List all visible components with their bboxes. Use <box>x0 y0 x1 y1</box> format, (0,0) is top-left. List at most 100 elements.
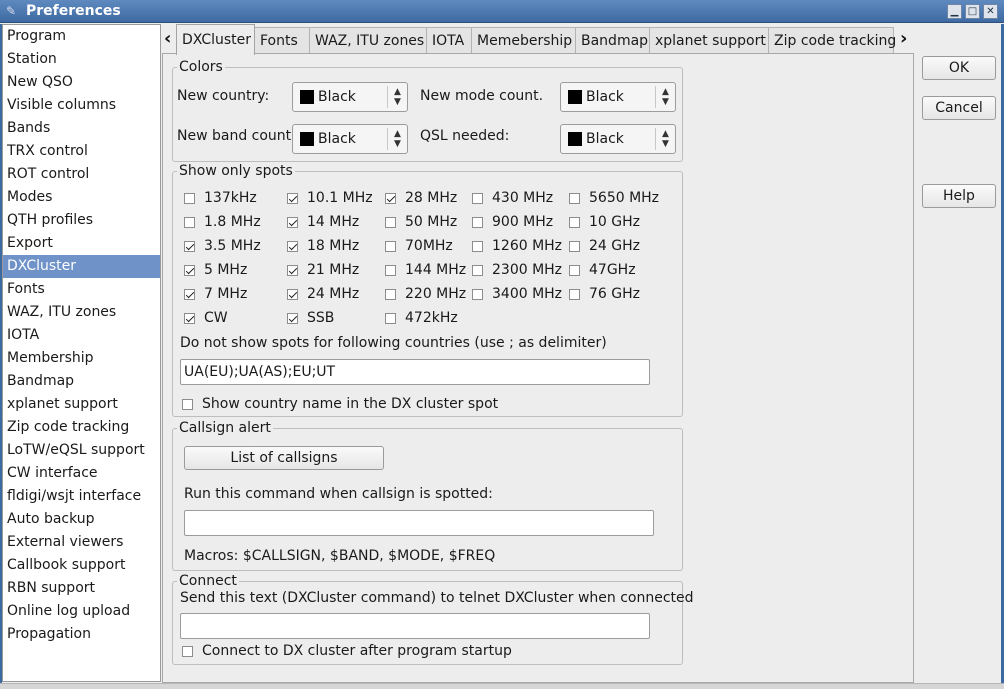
tab-scroll-right-icon[interactable]: › <box>900 28 907 49</box>
band-checkbox[interactable]: 430 MHz <box>472 190 553 206</box>
checkbox-box <box>569 264 580 276</box>
band-checkbox[interactable]: 3400 MHz <box>472 286 562 302</box>
band-checkbox[interactable]: 220 MHz <box>385 286 466 302</box>
sidebar-item[interactable]: WAZ, ITU zones <box>3 301 160 324</box>
tab[interactable]: Bandmap <box>575 27 650 53</box>
new-mode-color-select[interactable]: Black ▲ ▼ <box>560 82 676 112</box>
sidebar-item[interactable]: IOTA <box>3 324 160 347</box>
sidebar-item[interactable]: TRX control <box>3 140 160 163</box>
exclude-countries-input[interactable]: UA(EU);UA(AS);EU;UT <box>180 359 650 385</box>
band-checkbox[interactable]: 137kHz <box>184 190 257 206</box>
checkbox-box <box>569 240 580 252</box>
alert-command-input[interactable] <box>184 510 654 536</box>
sidebar-item[interactable]: External viewers <box>3 531 160 554</box>
sidebar-item[interactable]: Auto backup <box>3 508 160 531</box>
band-checkbox[interactable]: 18 MHz <box>287 238 359 254</box>
band-checkbox-label: SSB <box>307 310 335 326</box>
band-checkbox[interactable]: 76 GHz <box>569 286 640 302</box>
band-checkbox-label: 70MHz <box>405 238 453 254</box>
band-checkbox[interactable]: 5 MHz <box>184 262 247 278</box>
category-list[interactable]: Program Station New QSO Visible columns Band… <box>2 24 161 682</box>
band-checkbox[interactable]: 10.1 MHz <box>287 190 373 206</box>
tab[interactable]: Memebership <box>471 27 576 53</box>
sidebar-item[interactable]: CW interface <box>3 462 160 485</box>
band-checkbox[interactable]: SSB <box>287 310 334 326</box>
band-checkbox-label: 24 MHz <box>307 286 360 302</box>
band-checkbox[interactable]: 24 MHz <box>287 286 359 302</box>
tab[interactable]: Zip code tracking <box>768 27 896 53</box>
band-checkbox[interactable]: 14 MHz <box>287 214 359 230</box>
sidebar-item[interactable]: LoTW/eQSL support <box>3 439 160 462</box>
band-checkbox[interactable]: CW <box>184 310 228 326</box>
sidebar-item[interactable]: Bandmap <box>3 370 160 393</box>
band-checkbox[interactable]: 47GHz <box>569 262 636 278</box>
band-checkbox[interactable]: 900 MHz <box>472 214 553 230</box>
tab[interactable]: WAZ, ITU zones <box>309 27 427 53</box>
sidebar-item[interactable]: Bands <box>3 117 160 140</box>
checkbox-box <box>184 192 195 204</box>
band-checkbox[interactable]: 1260 MHz <box>472 238 562 254</box>
sidebar-item[interactable]: Export <box>3 232 160 255</box>
sidebar-item[interactable]: Membership <box>3 347 160 370</box>
sidebar-item[interactable]: Station <box>3 48 160 71</box>
checkbox-box <box>472 192 483 204</box>
maximize-button[interactable]: □ <box>965 4 980 19</box>
auto-connect-checkbox[interactable]: Connect to DX cluster after program star… <box>182 643 512 659</box>
sidebar-item[interactable]: Zip code tracking <box>3 416 160 439</box>
checkbox-box <box>287 192 298 204</box>
help-button[interactable]: Help <box>922 184 996 208</box>
tab-scroll-left-icon[interactable]: ‹ <box>164 28 171 49</box>
band-checkbox[interactable]: 7 MHz <box>184 286 247 302</box>
band-checkbox[interactable]: 144 MHz <box>385 262 466 278</box>
alert-command-label: Run this command when callsign is spotte… <box>184 486 493 502</box>
sidebar-item[interactable]: Fonts <box>3 278 160 301</box>
band-checkbox[interactable]: 28 MHz <box>385 190 457 206</box>
band-checkbox[interactable]: 10 GHz <box>569 214 640 230</box>
band-checkbox[interactable]: 3.5 MHz <box>184 238 261 254</box>
band-checkbox-label: 10.1 MHz <box>307 190 373 206</box>
band-checkbox-label: 24 GHz <box>589 238 640 254</box>
sidebar-item[interactable]: Program <box>3 25 160 48</box>
tab-bar: ‹ › DXCluster Fonts WAZ, ITU zones IOTA Meme… <box>162 24 914 55</box>
checkbox-box <box>182 645 193 657</box>
band-checkbox[interactable]: 472kHz <box>385 310 458 326</box>
tab[interactable]: xplanet support <box>649 27 769 53</box>
list-of-callsigns-button[interactable]: List of callsigns <box>184 446 384 470</box>
sidebar-item[interactable]: ROT control <box>3 163 160 186</box>
checkbox-box <box>569 216 580 228</box>
sidebar-item[interactable]: fldigi/wsjt interface <box>3 485 160 508</box>
sidebar-item[interactable]: Callbook support <box>3 554 160 577</box>
checkbox-box <box>287 240 298 252</box>
sidebar-item[interactable]: DXCluster <box>3 255 160 278</box>
cancel-button[interactable]: Cancel <box>922 96 996 120</box>
band-checkbox[interactable]: 21 MHz <box>287 262 359 278</box>
close-button[interactable]: ✕ <box>983 4 998 19</box>
sidebar-item[interactable]: Online log upload <box>3 600 160 623</box>
sidebar-item[interactable]: Visible columns <box>3 94 160 117</box>
sidebar-item[interactable]: xplanet support <box>3 393 160 416</box>
band-checkbox[interactable]: 24 GHz <box>569 238 640 254</box>
band-checkbox[interactable]: 2300 MHz <box>472 262 562 278</box>
tab[interactable]: Fonts <box>254 27 310 53</box>
send-text-input[interactable] <box>180 613 650 639</box>
new-band-color-select[interactable]: Black ▲ ▼ <box>292 124 408 154</box>
checkbox-box <box>287 216 298 228</box>
new-band-label: New band count. <box>177 128 296 144</box>
qsl-needed-color-select[interactable]: Black ▲ ▼ <box>560 124 676 154</box>
checkbox-box <box>472 240 483 252</box>
tab[interactable]: DXCluster <box>176 24 255 55</box>
minimize-button[interactable]: ▁ <box>947 4 962 19</box>
show-country-name-checkbox[interactable]: Show country name in the DX cluster spot <box>182 396 498 412</box>
sidebar-item[interactable]: QTH profiles <box>3 209 160 232</box>
ok-button[interactable]: OK <box>922 56 996 80</box>
new-country-color-select[interactable]: Black ▲ ▼ <box>292 82 408 112</box>
band-checkbox[interactable]: 5650 MHz <box>569 190 659 206</box>
sidebar-item[interactable]: Propagation <box>3 623 160 646</box>
band-checkbox[interactable]: 50 MHz <box>385 214 457 230</box>
sidebar-item[interactable]: New QSO <box>3 71 160 94</box>
band-checkbox[interactable]: 1.8 MHz <box>184 214 261 230</box>
band-checkbox[interactable]: 70MHz <box>385 238 453 254</box>
tab[interactable]: IOTA <box>426 27 472 53</box>
sidebar-item[interactable]: RBN support <box>3 577 160 600</box>
sidebar-item[interactable]: Modes <box>3 186 160 209</box>
